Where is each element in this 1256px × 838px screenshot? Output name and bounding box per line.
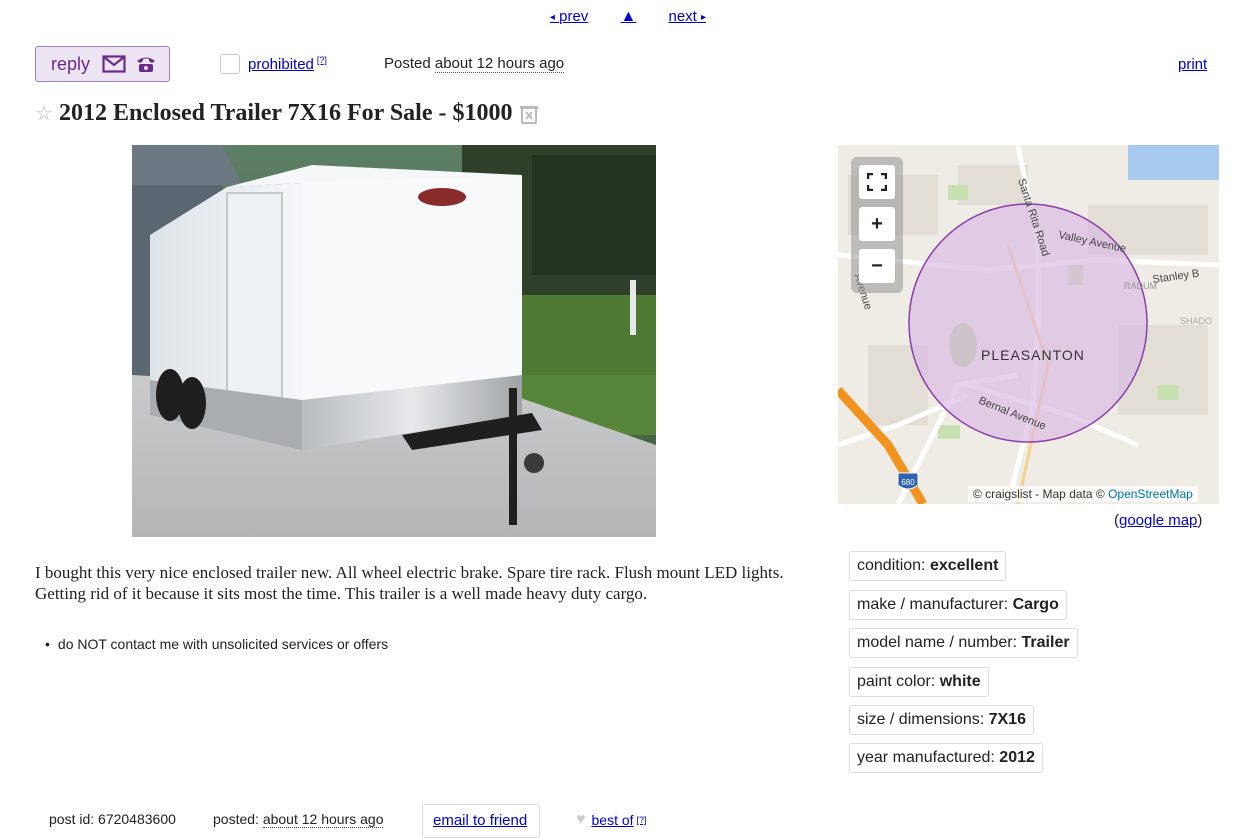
attr-label: make / manufacturer: bbox=[857, 596, 1013, 613]
highway-shield-icon: 680 bbox=[897, 472, 919, 490]
attr-value: Trailer bbox=[1021, 634, 1070, 651]
posted-prefix: Posted bbox=[384, 55, 431, 72]
email-to-friend-link[interactable]: email to friend bbox=[433, 812, 527, 829]
footer-posted: posted: about 12 hours ago bbox=[213, 811, 384, 828]
svg-text:680: 680 bbox=[901, 478, 915, 487]
prev-label: prev bbox=[559, 8, 589, 25]
top-nav: ◂ prev ▲ next ▸ bbox=[0, 8, 1256, 26]
mail-icon bbox=[102, 55, 126, 73]
attr-paint-color: paint color: white bbox=[849, 667, 989, 697]
google-map-link-wrap: (google map) bbox=[1114, 512, 1202, 529]
prev-arrow-icon: ◂ bbox=[549, 12, 555, 23]
paren-close: ) bbox=[1197, 512, 1203, 529]
openstreetmap-link[interactable]: OpenStreetMap bbox=[1108, 487, 1193, 501]
flag-checkbox[interactable] bbox=[220, 54, 240, 74]
phone-icon bbox=[137, 57, 156, 72]
best-of-help-link[interactable]: [?] bbox=[637, 815, 647, 825]
attr-value: white bbox=[939, 673, 981, 690]
next-arrow-icon: ▸ bbox=[701, 12, 707, 23]
post-id: post id: 6720483600 bbox=[49, 811, 176, 827]
attr-label: size / dimensions: bbox=[857, 711, 989, 728]
next-label: next bbox=[668, 8, 697, 25]
attr-model: model name / number: Trailer bbox=[849, 628, 1078, 658]
zoom-out-button[interactable]: − bbox=[859, 249, 895, 283]
attr-label: condition: bbox=[857, 557, 930, 574]
title-text: 2012 Enclosed Trailer 7X16 For Sale - $1… bbox=[58, 100, 513, 126]
posting-title: ☆ 2012 Enclosed Trailer 7X16 For Sale - … bbox=[35, 100, 539, 127]
attr-label: year manufactured: bbox=[857, 749, 1000, 766]
best-of-link[interactable]: best of bbox=[592, 812, 634, 828]
prev-link[interactable]: ◂ prev bbox=[550, 8, 588, 25]
attr-condition: condition: excellent bbox=[849, 551, 1007, 581]
best-of: ♥ best of [?] bbox=[576, 811, 647, 829]
next-link[interactable]: next ▸ bbox=[669, 8, 707, 25]
reply-label: reply bbox=[51, 53, 91, 74]
email-to-friend-button[interactable]: email to friend bbox=[422, 804, 540, 838]
map-area-label: SHADO bbox=[1180, 316, 1212, 326]
up-link[interactable]: ▲ bbox=[620, 8, 636, 25]
attr-year: year manufactured: 2012 bbox=[849, 743, 1043, 773]
notice-text: do NOT contact me with unsolicited servi… bbox=[57, 636, 389, 652]
attr-make: make / manufacturer: Cargo bbox=[849, 590, 1067, 620]
attr-value: excellent bbox=[929, 557, 999, 574]
zoom-in-button[interactable]: + bbox=[859, 207, 895, 241]
posted-time: about 12 hours ago bbox=[434, 55, 565, 73]
map-area-label: RADUM bbox=[1124, 281, 1157, 291]
footer-posted-label: posted: bbox=[213, 811, 263, 827]
post-id-label: post id: bbox=[49, 811, 99, 827]
attr-label: model name / number: bbox=[857, 634, 1022, 651]
footer-posted-time: about 12 hours ago bbox=[262, 811, 384, 828]
zoom-out-icon: − bbox=[871, 254, 883, 277]
post-id-value: 6720483600 bbox=[98, 811, 176, 827]
attr-value: 7X16 bbox=[988, 711, 1026, 728]
heart-icon[interactable]: ♥ bbox=[576, 811, 586, 829]
attr-size: size / dimensions: 7X16 bbox=[849, 705, 1034, 735]
attr-label: paint color: bbox=[857, 673, 940, 690]
map-city-label: PLEASANTON bbox=[981, 347, 1085, 363]
hide-icon[interactable] bbox=[520, 104, 539, 124]
fullscreen-icon bbox=[867, 173, 887, 191]
map-attribution: © craigslist - Map data © OpenStreetMap bbox=[968, 486, 1198, 502]
star-icon[interactable]: ☆ bbox=[35, 101, 53, 126]
prohibited-help-link[interactable]: [?] bbox=[317, 55, 327, 65]
bullet-icon: • bbox=[45, 636, 50, 652]
reply-button[interactable]: reply bbox=[35, 46, 170, 82]
attr-value: Cargo bbox=[1012, 596, 1059, 613]
print-link[interactable]: print bbox=[1178, 56, 1207, 73]
notice-item: • do NOT contact me with unsolicited serv… bbox=[45, 636, 388, 652]
listing-photo[interactable] bbox=[132, 145, 656, 537]
fullscreen-button[interactable] bbox=[859, 165, 895, 199]
attr-value: 2012 bbox=[999, 749, 1035, 766]
posting-body: I bought this very nice enclosed trailer… bbox=[35, 563, 784, 603]
prohibited-flag: prohibited [?] bbox=[248, 55, 327, 73]
zoom-in-icon: + bbox=[871, 212, 883, 235]
map-controls: + − bbox=[851, 157, 903, 293]
posted-date: Posted about 12 hours ago bbox=[384, 55, 565, 73]
attribution-text: © craigslist - Map data © bbox=[973, 487, 1105, 501]
prohibited-link[interactable]: prohibited bbox=[248, 56, 314, 73]
google-map-link[interactable]: google map bbox=[1119, 512, 1197, 529]
